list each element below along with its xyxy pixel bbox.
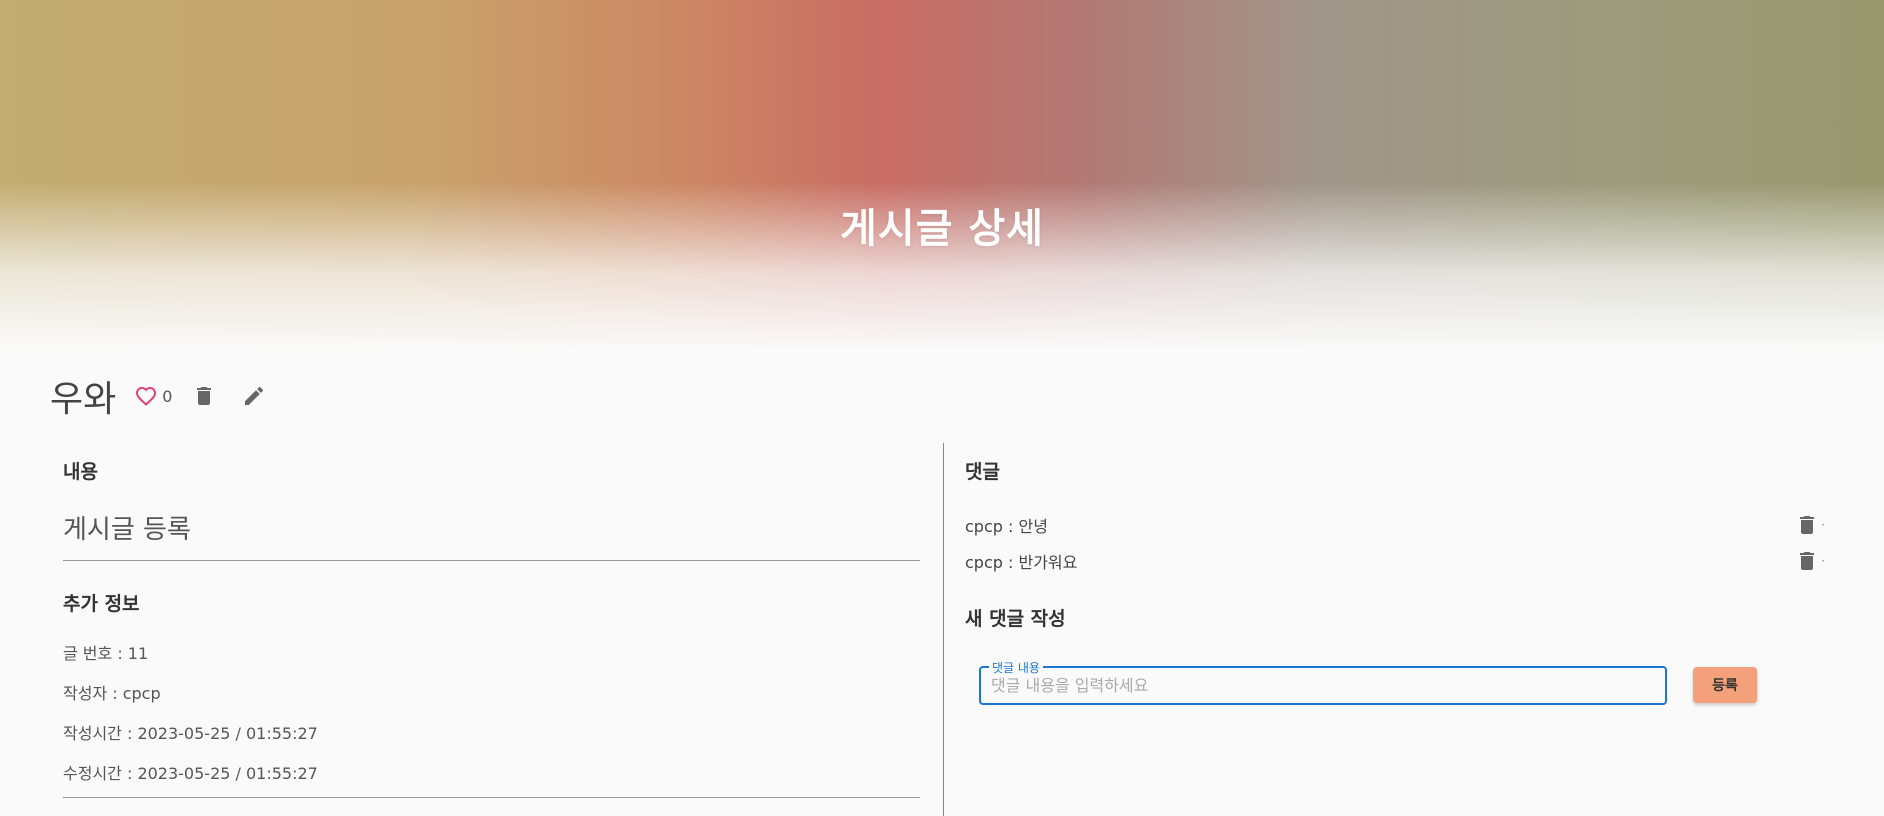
trash-icon[interactable] bbox=[192, 384, 216, 408]
info-heading: 추가 정보 bbox=[63, 593, 140, 615]
comment-item: cpcp : 반가워요 · bbox=[965, 549, 1825, 573]
content-divider bbox=[63, 560, 920, 561]
hero-banner: 게시글 상세 bbox=[0, 0, 1884, 350]
comment-trailing-mark: · bbox=[1821, 518, 1825, 532]
comment-actions: · bbox=[1795, 513, 1825, 537]
post-created-time: 작성시간 : 2023-05-25 / 01:55:27 bbox=[63, 724, 318, 743]
like-count: 0 bbox=[162, 386, 173, 406]
trash-icon[interactable] bbox=[1795, 549, 1819, 573]
comment-item: cpcp : 안녕 · bbox=[965, 513, 1825, 537]
post-modified-time: 수정시간 : 2023-05-25 / 01:55:27 bbox=[63, 764, 318, 783]
comment-text: cpcp : 반가워요 bbox=[965, 553, 1078, 572]
page-title: 게시글 상세 bbox=[840, 206, 1044, 252]
info-divider bbox=[63, 797, 920, 798]
post-number: 글 번호 : 11 bbox=[63, 644, 149, 663]
comment-trailing-mark: · bbox=[1821, 554, 1825, 568]
new-comment-heading: 새 댓글 작성 bbox=[965, 608, 1066, 630]
comment-input[interactable] bbox=[981, 668, 1661, 703]
column-divider bbox=[943, 443, 944, 816]
comment-text: cpcp : 안녕 bbox=[965, 517, 1048, 536]
post-author: 작성자 : cpcp bbox=[63, 684, 161, 703]
trash-icon[interactable] bbox=[1795, 513, 1819, 537]
pencil-icon[interactable] bbox=[242, 384, 266, 408]
content-heading: 내용 bbox=[63, 461, 98, 483]
comment-actions: · bbox=[1795, 549, 1825, 573]
comment-field-label: 댓글 내용 bbox=[989, 659, 1043, 676]
post-title: 우와 bbox=[50, 379, 117, 420]
comment-field: 댓글 내용 bbox=[979, 659, 1667, 705]
post-header: 우와 0 bbox=[50, 372, 292, 420]
post-body: 게시글 등록 bbox=[63, 515, 191, 545]
heart-outline-icon[interactable] bbox=[134, 384, 158, 408]
submit-comment-button[interactable]: 등록 bbox=[1693, 667, 1757, 703]
comments-heading: 댓글 bbox=[965, 461, 1000, 483]
